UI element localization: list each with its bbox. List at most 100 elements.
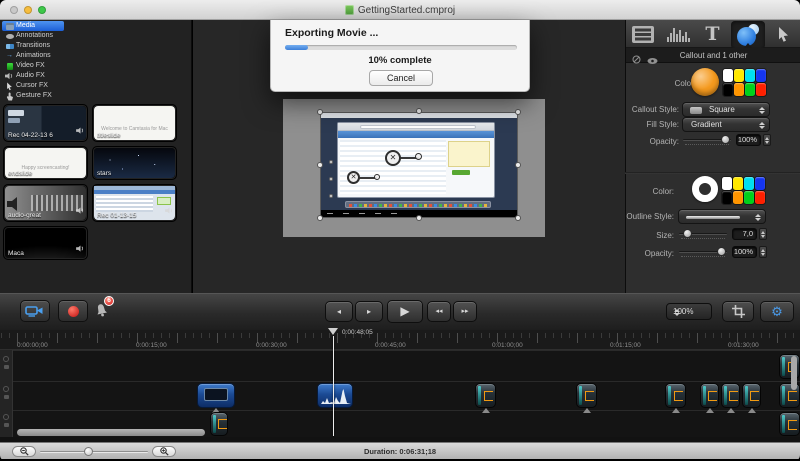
sidebar-item-animations[interactable]: → Animations — [2, 51, 64, 61]
outline-opacity-value[interactable]: 100% — [732, 246, 757, 258]
size-slider[interactable] — [679, 229, 727, 239]
color-swatch[interactable] — [744, 191, 754, 204]
color-swatch[interactable] — [755, 177, 765, 190]
color-swatch[interactable] — [723, 69, 733, 82]
playhead[interactable] — [333, 336, 334, 436]
tab-cursor[interactable] — [766, 20, 800, 48]
color-swatch[interactable] — [723, 83, 733, 96]
track-lock-icon[interactable] — [4, 423, 9, 427]
callout-anchor-icon[interactable]: ✕ — [347, 171, 360, 184]
stage[interactable]: ✕ ✕ — [283, 99, 545, 237]
sidebar-item-audio-fx[interactable]: Audio FX — [2, 71, 64, 81]
sidebar-item-gesture-fx[interactable]: Gesture FX — [2, 91, 64, 101]
record-button[interactable] — [58, 300, 88, 322]
slider-thumb[interactable] — [717, 247, 726, 256]
video-preview[interactable] — [320, 112, 518, 218]
track-enable-toggle[interactable] — [3, 386, 9, 392]
color-swatch[interactable] — [745, 83, 755, 96]
resize-handle[interactable] — [515, 162, 521, 168]
slider-thumb[interactable] — [721, 135, 730, 144]
step-back-button[interactable]: ◂ — [325, 301, 353, 322]
timeline-clip-callout[interactable] — [210, 412, 228, 436]
outline-opacity-stepper[interactable] — [759, 246, 767, 258]
playhead-marker-icon[interactable] — [328, 328, 338, 335]
tab-text[interactable]: T — [695, 20, 730, 48]
jump-to-end-button[interactable]: ▸▸ — [453, 301, 477, 322]
slider-thumb[interactable] — [683, 229, 692, 238]
resize-handle[interactable] — [416, 215, 422, 221]
resize-handle[interactable] — [416, 108, 422, 114]
color-swatch[interactable] — [733, 191, 743, 204]
crop-button[interactable] — [722, 301, 754, 322]
record-screen-button[interactable] — [20, 300, 50, 322]
timeline-ruler[interactable]: 0:00:00;00 0:00:15;00 0:00:30;00 0:00:45… — [0, 330, 800, 350]
color-swatch[interactable] — [734, 83, 744, 96]
canvas-zoom-dropdown[interactable]: 100% — [666, 303, 712, 320]
media-item-rec-01-13-15[interactable]: Rec 01-13-15 — [92, 184, 177, 222]
outline-style-dropdown[interactable] — [678, 209, 766, 224]
fill-style-dropdown[interactable]: Gradient — [682, 117, 770, 132]
outline-color-well[interactable] — [692, 176, 718, 202]
fill-opacity-slider[interactable] — [683, 135, 731, 145]
size-value[interactable]: 7,0 — [732, 228, 757, 240]
jump-to-start-button[interactable]: ◂◂ — [427, 301, 451, 322]
play-button[interactable]: ▶ — [387, 300, 423, 323]
resize-handle[interactable] — [317, 109, 323, 115]
color-swatch[interactable] — [722, 177, 732, 190]
media-item-endslide[interactable]: Happy screencasting! endslide — [3, 146, 88, 180]
size-stepper[interactable] — [759, 228, 767, 240]
tab-clips[interactable] — [626, 20, 661, 48]
media-item-titleslide[interactable]: Welcome to Camtasia for Mac titleslide — [92, 104, 177, 142]
callout-style-dropdown[interactable]: Square — [682, 102, 770, 117]
edge-handle[interactable] — [329, 177, 333, 181]
callout-handle[interactable] — [415, 153, 422, 160]
fill-color-well[interactable] — [691, 68, 719, 96]
color-swatch[interactable] — [733, 177, 743, 190]
timeline-clip-callout[interactable] — [475, 383, 496, 408]
resize-handle[interactable] — [317, 162, 323, 168]
tab-audio[interactable] — [661, 20, 696, 48]
media-item-rec-04-22-13-6[interactable]: Rec 04-22-13 6 — [3, 104, 88, 142]
sidebar-item-annotations[interactable]: Annotations — [2, 31, 64, 41]
sidebar-item-cursor-fx[interactable]: Cursor FX — [2, 81, 64, 91]
timeline-clip-callout[interactable] — [779, 412, 800, 436]
color-swatch[interactable] — [755, 191, 765, 204]
media-item-stars[interactable]: stars — [92, 146, 177, 180]
timeline-clip-callout[interactable] — [700, 383, 719, 408]
media-item-maca[interactable]: Maca — [3, 226, 88, 260]
fill-opacity-value[interactable]: 100% — [736, 134, 761, 146]
color-swatch[interactable] — [744, 177, 754, 190]
resize-handle[interactable] — [515, 215, 521, 221]
edge-handle[interactable] — [329, 160, 333, 164]
media-item-audio-great[interactable]: audio-great — [3, 184, 88, 222]
outline-opacity-slider[interactable] — [679, 247, 727, 257]
timeline-vertical-scrollbar[interactable] — [791, 356, 797, 390]
sidebar-item-media[interactable]: Media — [2, 21, 64, 31]
timeline-clip-callout[interactable] — [576, 383, 597, 408]
timeline-horizontal-scrollbar[interactable] — [17, 429, 205, 436]
track-lock-icon[interactable] — [4, 395, 9, 399]
color-swatch[interactable] — [745, 69, 755, 82]
timeline-clip-callout[interactable] — [721, 383, 740, 408]
color-swatch[interactable] — [722, 191, 732, 204]
sidebar-item-transitions[interactable]: Transitions — [2, 41, 64, 51]
color-swatch[interactable] — [734, 69, 744, 82]
edge-handle[interactable] — [329, 194, 333, 198]
callout-anchor-icon[interactable]: ✕ — [385, 150, 401, 166]
settings-button[interactable]: ⚙ — [760, 301, 794, 322]
callout-handle[interactable] — [374, 174, 380, 180]
track-enable-toggle[interactable] — [3, 414, 9, 420]
track-lock-icon[interactable] — [4, 365, 9, 369]
color-swatch[interactable] — [756, 69, 766, 82]
timeline-clip-video-audio[interactable] — [317, 383, 353, 408]
timeline-clip-video[interactable] — [197, 383, 235, 408]
sidebar-item-video-fx[interactable]: Video FX — [2, 61, 64, 71]
track-enable-toggle[interactable] — [3, 356, 9, 362]
resize-handle[interactable] — [515, 109, 521, 115]
resize-handle[interactable] — [317, 215, 323, 221]
cancel-button[interactable]: Cancel — [369, 70, 433, 86]
step-forward-button[interactable]: ▸ — [355, 301, 383, 322]
fill-opacity-stepper[interactable] — [763, 134, 771, 146]
timeline-clip-callout[interactable] — [665, 383, 686, 408]
timeline-clip-callout[interactable] — [742, 383, 761, 408]
